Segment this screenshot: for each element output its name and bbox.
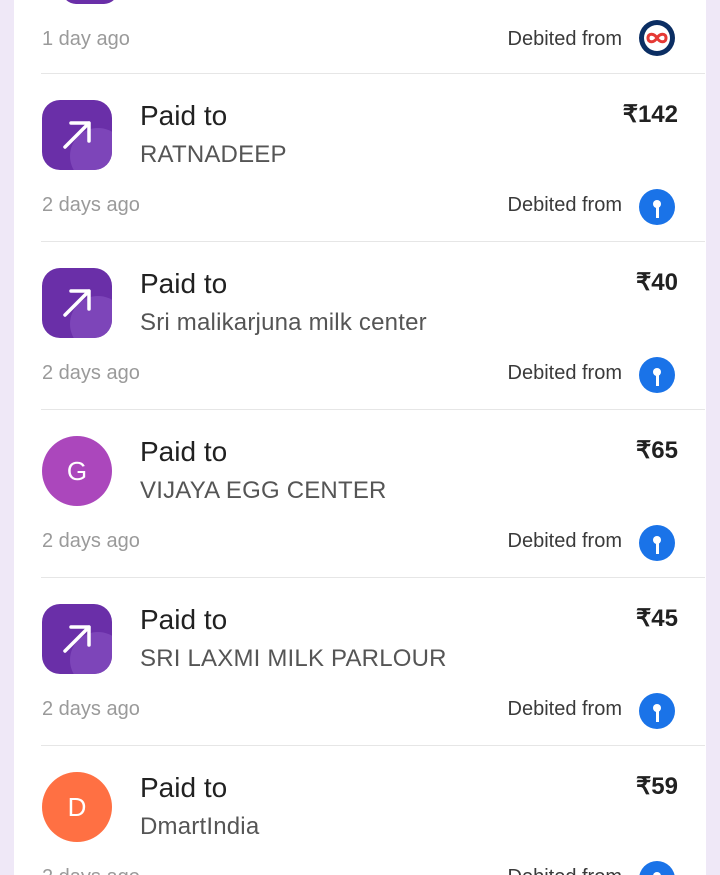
avatar-letter: D xyxy=(67,791,87,822)
transaction-amount: ₹65 xyxy=(636,437,678,464)
transaction-time: 2 days ago xyxy=(42,362,140,384)
transaction-time: 2 days ago xyxy=(42,698,140,720)
debited-from-label: Debited from xyxy=(507,362,623,384)
avatar-partial xyxy=(62,0,118,4)
debited-from-label: Debited from xyxy=(507,698,623,720)
transaction-row-partial[interactable]: 1 day ago Debited from xyxy=(14,0,706,74)
paid-to-label: Paid to xyxy=(140,100,228,131)
transaction-row[interactable]: Paid to SRI LAXMI MILK PARLOUR ₹45 2 day… xyxy=(14,578,706,746)
transaction-history-list: 1 day ago Debited from Paid to RATNADEEP… xyxy=(14,0,706,875)
contact-avatar: D xyxy=(42,772,112,842)
transaction-amount: ₹59 xyxy=(636,773,678,800)
paid-to-label: Paid to xyxy=(140,772,228,803)
payee-name: DmartIndia xyxy=(140,813,260,840)
transaction-time: 2 days ago xyxy=(42,194,140,216)
contact-avatar: G xyxy=(42,436,112,506)
paid-to-label: Paid to xyxy=(140,268,228,299)
transaction-row[interactable]: Paid to RATNADEEP ₹142 2 days ago Debite… xyxy=(14,74,706,242)
transaction-row[interactable]: Paid to Sri malikarjuna milk center ₹40 … xyxy=(14,242,706,410)
sbi-bank-icon xyxy=(639,189,675,225)
transaction-amount: ₹40 xyxy=(636,269,678,296)
arrow-up-right-icon xyxy=(42,100,112,170)
payee-name: RATNADEEP xyxy=(140,141,287,168)
payee-name: Sri malikarjuna milk center xyxy=(140,309,427,336)
debited-from-label: Debited from xyxy=(507,28,623,50)
payee-name: SRI LAXMI MILK PARLOUR xyxy=(140,645,447,672)
transaction-time: 1 day ago xyxy=(42,28,130,50)
sbi-bank-icon xyxy=(639,525,675,561)
transaction-time: 2 days ago xyxy=(42,530,140,552)
debited-from-label: Debited from xyxy=(508,866,623,875)
debited-from-label: Debited from xyxy=(507,194,623,216)
sbi-bank-icon xyxy=(639,861,675,875)
arrow-up-right-icon xyxy=(42,268,112,338)
paid-to-label: Paid to xyxy=(140,436,228,467)
paid-to-label: Paid to xyxy=(140,604,228,635)
transaction-time: 2 days ago xyxy=(42,866,140,875)
transaction-amount: ₹142 xyxy=(622,101,678,128)
sbi-bank-icon xyxy=(639,693,675,729)
payee-name: VIJAYA EGG CENTER xyxy=(140,477,387,504)
sbi-bank-icon xyxy=(639,357,675,393)
kotak-bank-icon xyxy=(639,20,675,56)
transaction-row[interactable]: D Paid to DmartIndia ₹59 2 days ago Debi… xyxy=(14,746,706,875)
arrow-up-right-icon xyxy=(42,604,112,674)
transaction-row[interactable]: G Paid to VIJAYA EGG CENTER ₹65 2 days a… xyxy=(14,410,706,578)
transaction-amount: ₹45 xyxy=(636,605,678,632)
avatar-letter: G xyxy=(66,455,88,486)
debited-from-label: Debited from xyxy=(507,530,623,552)
